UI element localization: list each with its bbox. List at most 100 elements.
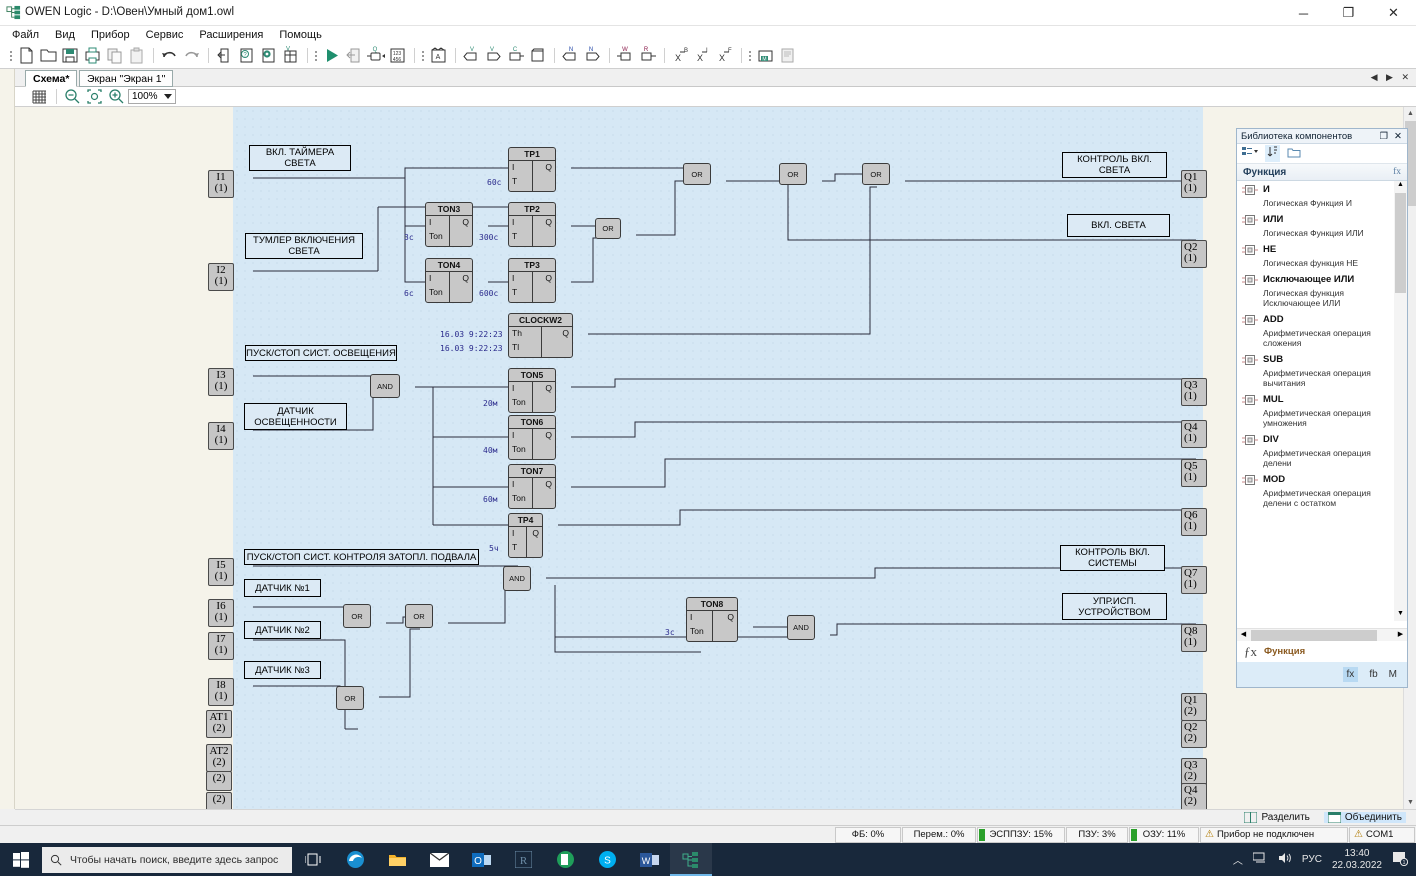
schema-output-terminal[interactable]: Q2(1) [1181, 240, 1207, 268]
schema-comment-box[interactable]: ДАТЧИК №1 [244, 579, 321, 597]
notification-icon[interactable]: 1 [1392, 850, 1408, 869]
block-input-pin[interactable]: I [512, 430, 514, 440]
schema-output-terminal[interactable]: Q4(1) [1181, 420, 1207, 448]
block-param-pin[interactable]: Ton [512, 493, 526, 503]
schema-function-block[interactable]: CLOCKW2ThTlQ [508, 313, 573, 358]
menu-item-device[interactable]: Прибор [91, 29, 130, 41]
schema-input-terminal[interactable]: I1(1) [208, 170, 234, 198]
copy-icon[interactable] [104, 45, 125, 66]
zoom-fit-icon[interactable] [84, 86, 105, 107]
schema-output-terminal[interactable]: Q1(1) [1181, 170, 1207, 198]
schema-comment-box[interactable]: ВКЛ. СВЕТА [1067, 214, 1170, 237]
schema-input-terminal[interactable]: (2) [206, 771, 232, 791]
save-icon[interactable] [60, 45, 81, 66]
schema-output-terminal[interactable]: Q3(1) [1181, 378, 1207, 406]
merge-button[interactable]: Объединить [1324, 812, 1406, 823]
library-item-list[interactable]: ИЛогическая Функция ИИЛИЛогическая Функц… [1237, 181, 1394, 621]
schema-input-terminal[interactable]: I6(1) [208, 599, 234, 627]
schema-output-terminal[interactable]: Q2(2) [1181, 720, 1207, 748]
schema-logic-gate[interactable]: OR [862, 163, 890, 185]
block-param-pin[interactable]: T [512, 287, 517, 297]
separate-button[interactable]: Разделить [1240, 812, 1313, 823]
block-input-pin[interactable]: I [429, 273, 431, 283]
library-item[interactable]: НЕЛогическая функция НЕ [1237, 241, 1394, 271]
schema-input-terminal[interactable]: AT1(2) [206, 710, 232, 738]
schema-logic-gate[interactable]: AND [370, 374, 400, 398]
block-param-pin[interactable]: Tl [512, 342, 519, 352]
schema-logic-gate[interactable]: AND [503, 566, 531, 591]
schema-function-block[interactable]: TP3ITQ [508, 258, 556, 303]
status-connection[interactable]: ⚠ Прибор не подключен [1200, 827, 1348, 843]
library-tab-macro[interactable]: M [1389, 669, 1397, 680]
library-item[interactable]: MODАрифметическая операция делени с оста… [1237, 471, 1394, 511]
library-folder-icon[interactable] [1287, 146, 1301, 161]
block-param-pin[interactable]: T [512, 231, 517, 241]
schema-logic-gate[interactable]: OR [343, 604, 371, 628]
schema-comment-box[interactable]: КОНТРОЛЬ ВКЛ. СВЕТА [1062, 152, 1167, 178]
schema-logic-gate[interactable]: OR [683, 163, 711, 185]
schema-function-block[interactable]: TON3ITonQ [425, 202, 473, 247]
block-param-pin[interactable]: T [512, 176, 517, 186]
taskbar-search-box[interactable]: Чтобы начать поиск, введите здесь запрос [42, 847, 292, 873]
block-output-pin[interactable]: Q [545, 479, 552, 489]
schema-function-block[interactable]: TP2ITQ [508, 202, 556, 247]
library-scroll-thumb[interactable] [1395, 193, 1406, 293]
exit-icon[interactable] [214, 45, 235, 66]
schema-comment-box[interactable]: ПУСК/СТОП СИСТ. ОСВЕЩЕНИЯ [245, 345, 397, 361]
schema-logic-gate[interactable]: OR [595, 218, 621, 239]
edge-icon[interactable] [334, 843, 376, 876]
app-icon[interactable]: R [502, 843, 544, 876]
schema-input-terminal[interactable]: I3(1) [208, 368, 234, 396]
library-tab-fb[interactable]: fb [1369, 669, 1377, 680]
schema-function-block[interactable]: TON6ITonQ [508, 415, 556, 460]
block-input-pin[interactable]: I [512, 162, 514, 172]
scroll-down-arrow[interactable]: ▼ [1404, 796, 1416, 809]
library-item[interactable]: ИЛогическая Функция И [1237, 181, 1394, 211]
library-close-icon[interactable]: ✕ [1394, 131, 1402, 142]
schema-input-terminal[interactable]: I7(1) [208, 632, 234, 660]
schema-comment-box[interactable]: ПУСК/СТОП СИСТ. КОНТРОЛЯ ЗАТОПЛ. ПОДВАЛА [244, 549, 479, 565]
block-output-pin[interactable]: Q [545, 217, 552, 227]
start-button[interactable] [0, 843, 42, 876]
schema-comment-box[interactable]: ВКЛ. ТАЙМЕРА СВЕТА [249, 145, 351, 171]
paste-icon[interactable] [126, 45, 147, 66]
task-view-icon[interactable] [292, 843, 334, 876]
block-input-pin[interactable]: I [512, 217, 514, 227]
menu-item-help[interactable]: Помощь [279, 29, 322, 41]
library-item[interactable]: SUBАрифметическая операция вычитания [1237, 351, 1394, 391]
display-icon[interactable]: A [428, 45, 449, 66]
schema-function-block[interactable]: TP1ITQ [508, 147, 556, 192]
schema-comment-box[interactable]: ДАТЧИК №3 [244, 661, 321, 679]
block-output-pin[interactable]: Q [462, 273, 469, 283]
schema-output-terminal[interactable]: Q8(1) [1181, 624, 1207, 652]
schema-canvas-area[interactable]: I1(1)I2(1)I3(1)I4(1)I5(1)I6(1)I7(1)I8(1)… [15, 107, 1416, 809]
block-param-pin[interactable]: Ton [429, 231, 443, 241]
block-output-pin[interactable]: Q [545, 430, 552, 440]
c-var-icon[interactable]: C [505, 45, 526, 66]
schema-logic-gate[interactable]: AND [787, 615, 815, 640]
schema-logic-gate[interactable]: OR [779, 163, 807, 185]
library-item[interactable]: MULАрифметическая операция умножения [1237, 391, 1394, 431]
library-group-header[interactable]: Функция fx [1237, 164, 1407, 181]
block-input-pin[interactable]: Th [512, 328, 522, 338]
xf-icon[interactable]: XF [714, 45, 735, 66]
output-v-icon[interactable]: V [483, 45, 504, 66]
block-param-pin[interactable]: Ton [690, 626, 704, 636]
library-item[interactable]: Исключающее ИЛИЛогическая функция Исключ… [1237, 271, 1394, 311]
skype-icon[interactable]: S [586, 843, 628, 876]
outlook-icon[interactable]: O [460, 843, 502, 876]
schema-function-block[interactable]: TON4ITonQ [425, 258, 473, 303]
schema-output-terminal[interactable]: Q4(2) [1181, 783, 1207, 809]
schema-output-terminal[interactable]: Q1(2) [1181, 693, 1207, 721]
block-param-pin[interactable]: Ton [429, 287, 443, 297]
undo-icon[interactable] [159, 45, 180, 66]
schema-function-block[interactable]: TON7ITonQ [508, 464, 556, 509]
toolbar-grip[interactable] [8, 47, 13, 65]
block-input-pin[interactable]: I [690, 612, 692, 622]
minimize-button[interactable]: ─ [1281, 0, 1326, 26]
library-item[interactable]: DIVАрифметическая операция делени [1237, 431, 1394, 471]
number-icon[interactable]: 123456 [387, 45, 408, 66]
redo-icon[interactable] [181, 45, 202, 66]
network-icon[interactable] [1253, 852, 1268, 867]
schema-input-terminal[interactable]: I4(1) [208, 422, 234, 450]
